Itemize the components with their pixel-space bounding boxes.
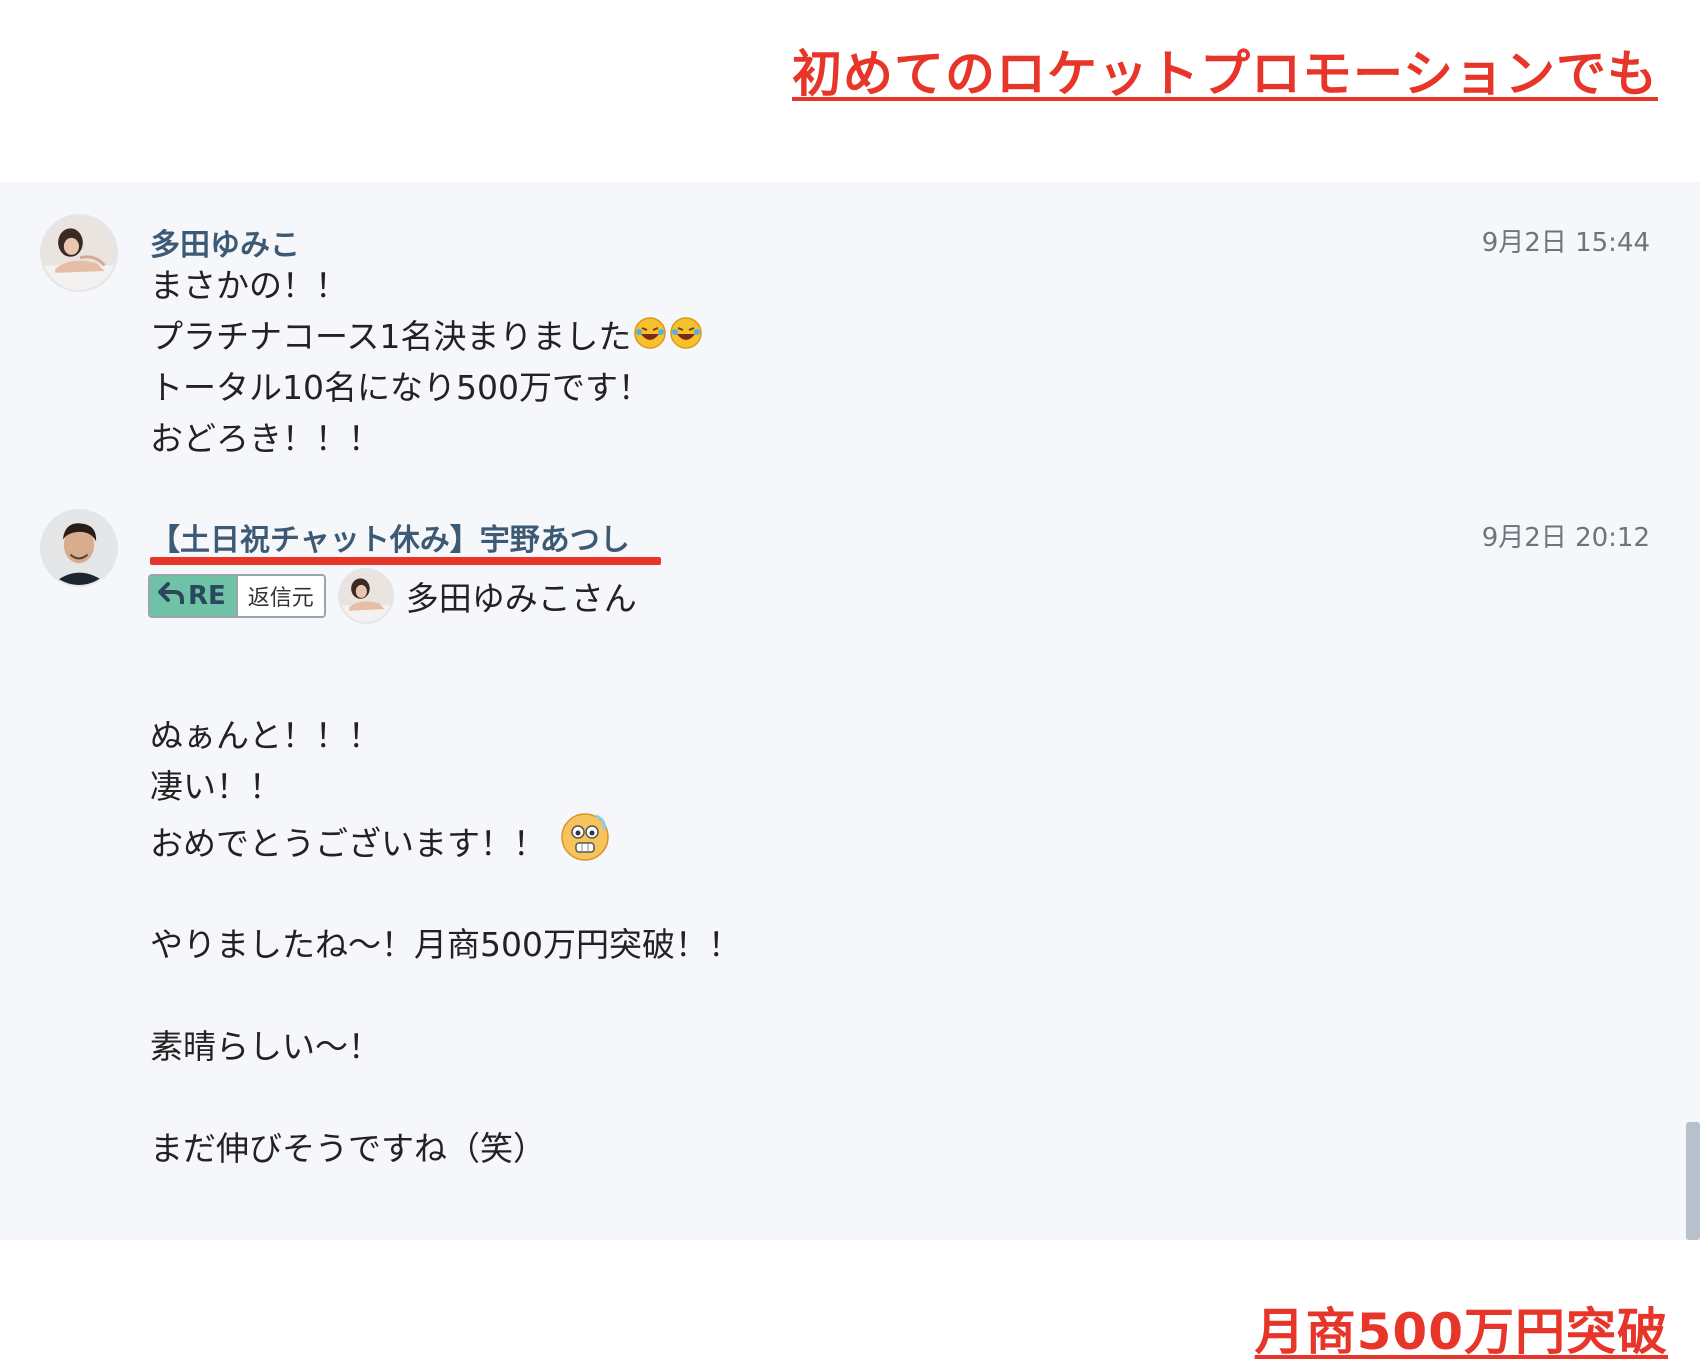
message-line: やりましたね〜！月商500万円突破！！: [150, 925, 741, 964]
message-line: 凄い！！: [150, 767, 282, 806]
reply-target-name[interactable]: 多田ゆみこさん: [406, 572, 637, 620]
surprised-emoji-icon: [560, 812, 610, 879]
reply-target-avatar[interactable]: [337, 568, 394, 624]
re-text: RE: [188, 581, 226, 611]
message-line: おめでとうございます！！: [150, 812, 741, 868]
scrollbar-thumb[interactable]: [1686, 1122, 1700, 1240]
sender-avatar[interactable]: [40, 509, 118, 587]
message-line-text: おめでとうございます！！: [150, 824, 546, 863]
sender-name[interactable]: 多田ゆみこ: [150, 220, 300, 264]
message-body: ぬぁんと！！！ 凄い！！ おめでとうございます！！ やりましたね〜！月商500万…: [150, 659, 741, 1174]
chat-panel: 多田ゆみこ 9月2日 15:44 まさかの！！ プラチナコース1名決まりました …: [0, 182, 1700, 1240]
message-line-text: プラチナコース1名決まりました: [150, 317, 632, 356]
reply-source-label: 返信元: [235, 576, 324, 616]
laughing-emoji-icon: [633, 313, 667, 364]
reply-arrow-icon: [158, 581, 184, 611]
message-line: おどろき！！！: [150, 419, 381, 458]
message-timestamp: 9月2日 15:44: [1481, 228, 1650, 258]
message-line: ぬぁんと！！！: [150, 716, 381, 755]
message-body: まさかの！！ プラチナコース1名決まりました トータル10名になり500万です！…: [150, 260, 703, 464]
message-line: まだ伸びそうですね（笑）: [150, 1129, 546, 1168]
message-line: 素晴らしい〜！: [150, 1027, 381, 1066]
reply-badge[interactable]: RE 返信元: [148, 574, 326, 618]
headline-top: 初めてのロケットプロモーションでも: [792, 45, 1658, 103]
message-line: プラチナコース1名決まりました: [150, 311, 703, 362]
sender-avatar[interactable]: [40, 214, 118, 292]
reply-reference: RE 返信元 多田ゆみこさん: [148, 564, 637, 628]
laughing-emoji-icon: [669, 313, 703, 364]
message-timestamp: 9月2日 20:12: [1481, 523, 1650, 553]
re-label: RE: [150, 576, 236, 616]
message-line: まさかの！！: [150, 266, 348, 305]
message-line-highlighted: トータル10名になり500万です！: [150, 368, 651, 407]
headline-bottom: 月商500万円突破: [1254, 1303, 1668, 1361]
sender-name[interactable]: 【土日祝チャット休み】宇野あつし: [150, 515, 630, 559]
